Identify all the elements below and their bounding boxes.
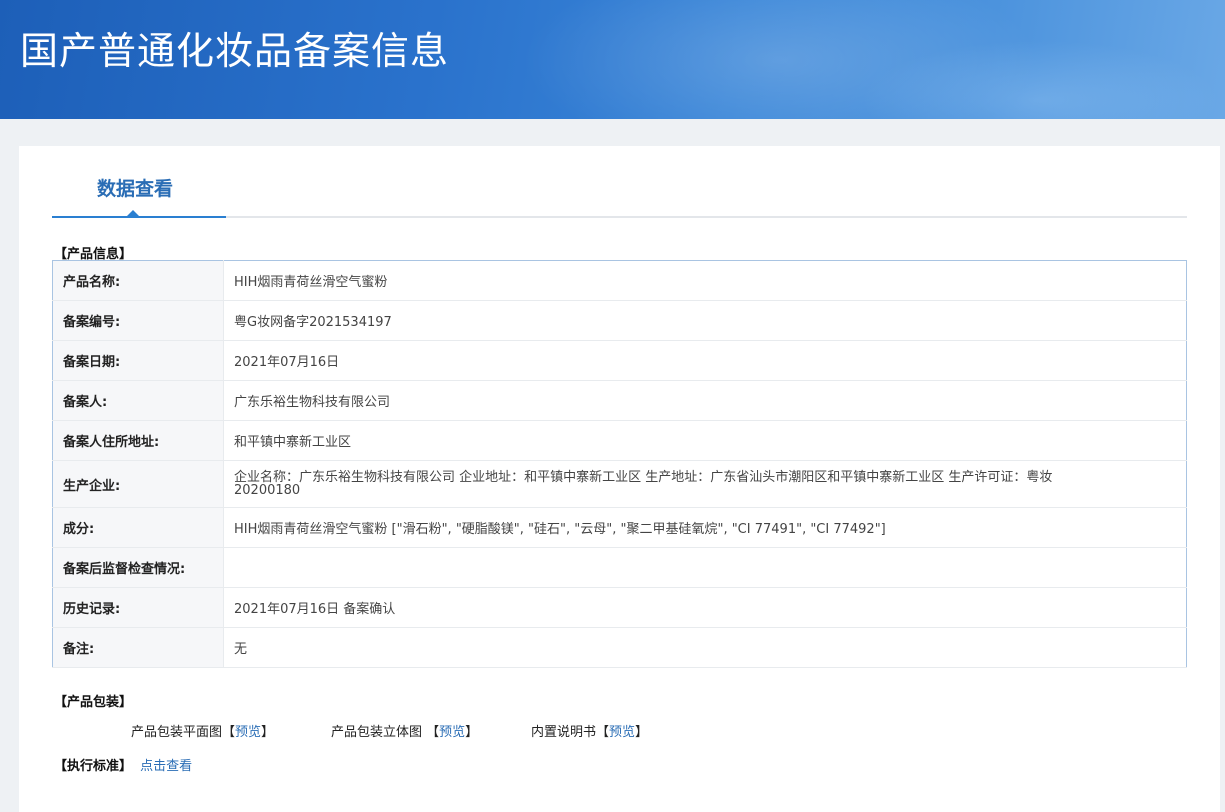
packaging-manual-label: 内置说明书: [531, 725, 597, 740]
standard-heading: 【执行标准】: [54, 759, 133, 774]
row-value: HIH烟雨青荷丝滑空气蜜粉: [223, 260, 1187, 301]
bracket: 【: [426, 725, 440, 740]
bracket: 】: [635, 725, 649, 740]
standard-section: 【执行标准】 点击查看: [54, 755, 192, 774]
row-value: HIH烟雨青荷丝滑空气蜜粉 ["滑石粉", "硬脂酸镁", "硅石", "云母"…: [223, 507, 1187, 548]
packaging-flat-item: 产品包装平面图【预览】: [131, 721, 274, 740]
row-key: 成分:: [52, 507, 224, 548]
standard-view-link[interactable]: 点击查看: [140, 759, 192, 774]
content-card: 数据查看 【产品信息】 产品名称: HIH烟雨青荷丝滑空气蜜粉 备案编号: 粤G…: [19, 146, 1220, 812]
row-key: 备注:: [52, 627, 224, 668]
table-row: 备案人: 广东乐裕生物科技有限公司: [52, 380, 1187, 421]
table-row: 备注: 无: [52, 627, 1187, 668]
packaging-manual-item: 内置说明书【预览】: [531, 721, 648, 740]
packaging-heading: 【产品包装】: [54, 695, 133, 710]
table-row: 产品名称: HIH烟雨青荷丝滑空气蜜粉: [52, 260, 1187, 301]
table-row: 生产企业: 企业名称：广东乐裕生物科技有限公司 企业地址：和平镇中寨新工业区 生…: [52, 460, 1187, 508]
table-row: 成分: HIH烟雨青荷丝滑空气蜜粉 ["滑石粉", "硬脂酸镁", "硅石", …: [52, 507, 1187, 548]
bracket: 】: [465, 725, 479, 740]
product-info-table: 产品名称: HIH烟雨青荷丝滑空气蜜粉 备案编号: 粤G妆网备字20215341…: [52, 260, 1187, 668]
packaging-manual-preview-link[interactable]: 预览: [609, 725, 635, 740]
row-value: 企业名称：广东乐裕生物科技有限公司 企业地址：和平镇中寨新工业区 生产地址：广东…: [223, 460, 1187, 508]
bracket: 【: [222, 725, 236, 740]
table-row: 历史记录: 2021年07月16日 备案确认: [52, 587, 1187, 628]
bracket: 】: [261, 725, 275, 740]
row-key: 备案后监督检查情况:: [52, 547, 224, 588]
tab-label: 数据查看: [97, 178, 174, 200]
row-key: 产品名称:: [52, 260, 224, 301]
table-row: 备案编号: 粤G妆网备字2021534197: [52, 300, 1187, 341]
row-key: 备案人住所地址:: [52, 420, 224, 461]
tab-active-caret: [127, 210, 139, 216]
header-banner: 国产普通化妆品备案信息: [0, 0, 1225, 119]
row-key: 备案日期:: [52, 340, 224, 381]
page-title: 国产普通化妆品备案信息: [20, 29, 450, 73]
tab-bar: 数据查看: [52, 146, 1187, 218]
row-value: 2021年07月16日: [223, 340, 1187, 381]
table-row: 备案后监督检查情况:: [52, 547, 1187, 588]
table-row: 备案人住所地址: 和平镇中寨新工业区: [52, 420, 1187, 461]
row-key: 备案人:: [52, 380, 224, 421]
row-value: [223, 547, 1187, 588]
row-key: 历史记录:: [52, 587, 224, 628]
table-row: 备案日期: 2021年07月16日: [52, 340, 1187, 381]
row-value: 和平镇中寨新工业区: [223, 420, 1187, 461]
packaging-flat-preview-link[interactable]: 预览: [235, 725, 261, 740]
tab-data-view[interactable]: 数据查看: [52, 146, 226, 218]
packaging-flat-label: 产品包装平面图: [131, 725, 223, 740]
row-key: 备案编号:: [52, 300, 224, 341]
row-value: 广东乐裕生物科技有限公司: [223, 380, 1187, 421]
packaging-3d-label: 产品包装立体图: [331, 725, 427, 740]
packaging-3d-preview-link[interactable]: 预览: [439, 725, 465, 740]
row-value: 2021年07月16日 备案确认: [223, 587, 1187, 628]
packaging-3d-item: 产品包装立体图 【预览】: [331, 721, 478, 740]
banner-glow-secondary: [860, 40, 1220, 119]
row-value: 无: [223, 627, 1187, 668]
row-value: 粤G妆网备字2021534197: [223, 300, 1187, 341]
bracket: 【: [596, 725, 610, 740]
row-key: 生产企业:: [52, 460, 224, 508]
